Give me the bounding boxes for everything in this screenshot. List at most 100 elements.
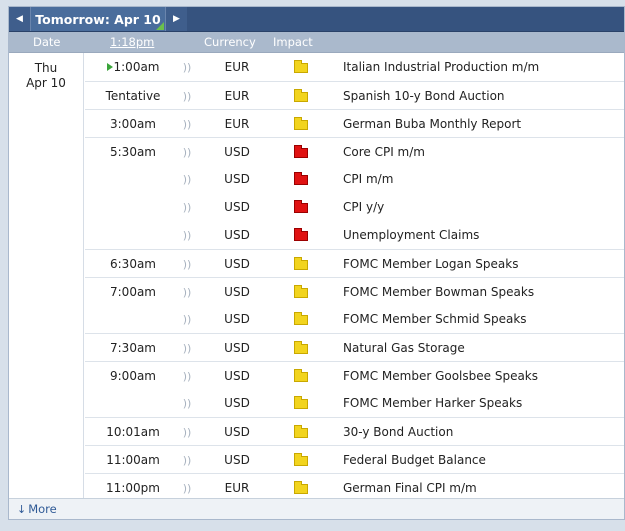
event-name[interactable]: Federal Budget Balance (343, 446, 486, 474)
date-cell: Thu Apr 10 (9, 53, 84, 515)
event-time: 11:00am (85, 446, 181, 474)
day-title-label: Tomorrow: Apr 10 (35, 11, 161, 27)
event-impact[interactable] (281, 165, 321, 193)
current-time-link[interactable]: 1:18pm (110, 35, 154, 49)
sound-alert-icon[interactable]: )) (181, 278, 193, 306)
event-row[interactable]: 3:00am)) EUR German Buba Monthly Report (85, 109, 624, 138)
event-row[interactable]: )) USD FOMC Member Harker Speaks (85, 389, 624, 417)
low-impact-folder-icon (294, 341, 308, 354)
event-row[interactable]: )) USD CPI y/y (85, 193, 624, 221)
event-row[interactable]: 11:00am)) USD Federal Budget Balance (85, 445, 624, 474)
event-name[interactable]: Italian Industrial Production m/m (343, 53, 539, 81)
event-name[interactable]: FOMC Member Goolsbee Speaks (343, 362, 538, 390)
sound-alert-icon[interactable]: )) (181, 82, 193, 110)
sound-alert-icon[interactable]: )) (181, 53, 193, 81)
sound-alert-icon[interactable]: )) (181, 389, 193, 417)
high-impact-folder-icon (294, 200, 308, 213)
day-selector-title[interactable]: Tomorrow: Apr 10 (31, 7, 165, 31)
chevron-left-icon: ◀ (16, 14, 23, 24)
event-row[interactable]: 7:00am)) USD FOMC Member Bowman Speaks (85, 277, 624, 306)
sound-alert-icon[interactable]: )) (181, 334, 193, 362)
event-time-label: 10:01am (106, 425, 160, 439)
event-name[interactable]: 30-y Bond Auction (343, 418, 453, 446)
sound-alert-icon[interactable]: )) (181, 110, 193, 138)
event-row[interactable]: Tentative)) EUR Spanish 10-y Bond Auction (85, 81, 624, 110)
event-currency: USD (224, 172, 250, 186)
event-impact[interactable] (281, 193, 321, 221)
event-name[interactable]: Core CPI m/m (343, 138, 425, 166)
more-link[interactable]: ↓ More (17, 502, 57, 516)
sound-alert-icon[interactable]: )) (181, 446, 193, 474)
event-time-label: 1:00am (113, 60, 160, 74)
event-time-label: 9:00am (110, 369, 156, 383)
low-impact-folder-icon (294, 312, 308, 325)
sound-alert-icon[interactable]: )) (181, 362, 193, 390)
event-time-label: 11:00am (106, 453, 160, 467)
event-name[interactable]: FOMC Member Bowman Speaks (343, 278, 534, 306)
event-impact[interactable] (281, 446, 321, 474)
event-impact[interactable] (281, 82, 321, 110)
event-impact[interactable] (281, 389, 321, 417)
event-time-label: 3:00am (110, 117, 156, 131)
event-row[interactable]: )) USD FOMC Member Schmid Speaks (85, 305, 624, 333)
event-name[interactable]: FOMC Member Harker Speaks (343, 389, 522, 417)
event-name[interactable]: Unemployment Claims (343, 221, 479, 249)
event-row[interactable]: 5:30am)) USD Core CPI m/m (85, 137, 624, 166)
calendar-nav-bar: ◀ Tomorrow: Apr 10 ▶ (9, 7, 624, 32)
sound-alert-icon[interactable]: )) (181, 165, 193, 193)
event-name[interactable]: Natural Gas Storage (343, 334, 465, 362)
event-impact[interactable] (281, 305, 321, 333)
event-impact[interactable] (281, 334, 321, 362)
event-time: 7:00am (85, 278, 181, 306)
event-row[interactable]: 6:30am)) USD FOMC Member Logan Speaks (85, 249, 624, 278)
sound-alert-icon[interactable]: )) (181, 250, 193, 278)
sound-alert-icon[interactable]: )) (181, 305, 193, 333)
next-day-button[interactable]: ▶ (165, 7, 187, 31)
event-name[interactable]: CPI m/m (343, 165, 393, 193)
event-impact[interactable] (281, 418, 321, 446)
event-time-label: 7:30am (110, 341, 156, 355)
event-currency: USD (224, 341, 250, 355)
event-name[interactable]: Spanish 10-y Bond Auction (343, 82, 505, 110)
event-currency: USD (224, 369, 250, 383)
date-weekday: Thu (34, 61, 58, 75)
event-row[interactable]: 1:00am)) EUR Italian Industrial Production… (85, 53, 624, 81)
sound-alert-icon[interactable]: )) (181, 138, 193, 166)
event-name[interactable]: CPI y/y (343, 193, 384, 221)
event-name[interactable]: FOMC Member Schmid Speaks (343, 305, 527, 333)
previous-day-button[interactable]: ◀ (9, 7, 31, 31)
event-time (85, 193, 181, 221)
event-impact[interactable] (281, 138, 321, 166)
calendar-body: Thu Apr 10 1:00am)) EUR Italian Industrial… (9, 53, 624, 515)
event-row[interactable]: 10:01am)) USD 30-y Bond Auction (85, 417, 624, 446)
sound-alert-icon[interactable]: )) (181, 418, 193, 446)
event-impact[interactable] (281, 53, 321, 81)
event-time: 10:01am (85, 418, 181, 446)
low-impact-folder-icon (294, 396, 308, 409)
event-impact[interactable] (281, 221, 321, 249)
event-currency: USD (224, 228, 250, 242)
low-impact-folder-icon (294, 453, 308, 466)
current-event-marker-icon (106, 63, 113, 71)
event-row[interactable]: 7:30am)) USD Natural Gas Storage (85, 333, 624, 362)
event-impact[interactable] (281, 362, 321, 390)
low-impact-folder-icon (294, 257, 308, 270)
event-currency: USD (224, 200, 250, 214)
event-row[interactable]: )) USD CPI m/m (85, 165, 624, 193)
sound-alert-icon[interactable]: )) (181, 221, 193, 249)
event-name[interactable]: German Buba Monthly Report (343, 110, 521, 138)
event-impact[interactable] (281, 250, 321, 278)
sound-alert-icon[interactable]: )) (181, 193, 193, 221)
event-time-label: Tentative (105, 89, 161, 103)
event-currency: USD (224, 396, 250, 410)
event-currency: EUR (224, 117, 250, 131)
event-row[interactable]: )) USD Unemployment Claims (85, 221, 624, 249)
event-name[interactable]: FOMC Member Logan Speaks (343, 250, 518, 278)
low-impact-folder-icon (294, 369, 308, 382)
calendar-widget: ◀ Tomorrow: Apr 10 ▶ Date 1:18pm Currenc… (8, 6, 625, 520)
column-header-impact: Impact (273, 35, 313, 49)
calendar-footer: ↓ More (9, 498, 624, 519)
event-impact[interactable] (281, 278, 321, 306)
event-row[interactable]: 9:00am)) USD FOMC Member Goolsbee Speaks (85, 361, 624, 390)
event-impact[interactable] (281, 110, 321, 138)
